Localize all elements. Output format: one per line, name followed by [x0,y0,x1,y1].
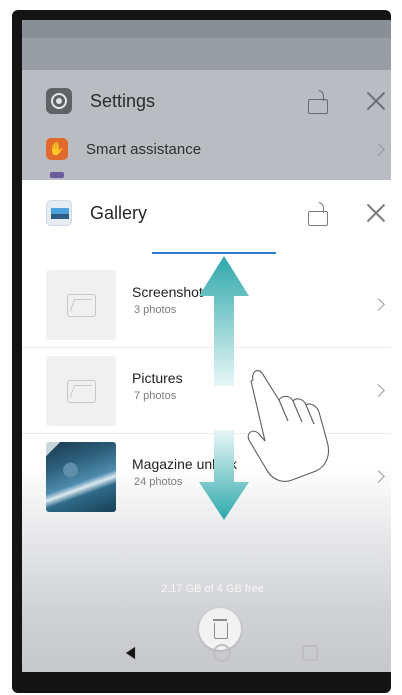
gallery-card-header: Gallery [22,180,391,246]
settings-next-row-icon [50,172,64,178]
storage-status: 2.17 GB of 4 GB free [161,583,264,595]
tab-indicator [152,252,276,254]
close-icon[interactable] [366,91,386,111]
settings-card-header: Settings [22,70,391,132]
android-navigation-bar [22,634,391,672]
album-count: 7 photos [134,390,177,402]
album-item-magazine-unlock[interactable]: Magazine unlock 24 photos [22,434,391,520]
chevron-right-icon [372,142,385,156]
settings-row-label: Smart assistance [86,140,202,158]
album-thumbnail-placeholder [46,356,116,426]
chevron-right-icon [372,298,385,311]
settings-icon [46,88,72,114]
settings-card-title: Settings [90,90,156,111]
album-thumbnail-photo [46,442,116,512]
chevron-right-icon [372,470,385,483]
album-count: 24 photos [134,476,183,488]
lock-icon[interactable] [307,202,328,226]
hand-icon: ✋ [46,138,68,160]
lock-icon[interactable] [307,90,328,114]
chevron-right-icon [372,384,385,397]
album-count: 3 photos [134,304,177,316]
album-list: Screenshot 3 photos Pictures 7 photos Ma… [22,262,391,520]
album-item-screenshot[interactable]: Screenshot 3 photos [22,262,391,348]
album-name: Screenshot [132,284,203,300]
phone-frame: Settings ✋ Smart assistance Gallery Scre… [12,10,391,693]
album-item-pictures[interactable]: Pictures 7 photos [22,348,391,434]
recent-apps-screen: Settings ✋ Smart assistance Gallery Scre… [22,20,391,672]
album-name: Pictures [132,370,183,386]
settings-row-smart-assistance[interactable]: ✋ Smart assistance [22,132,391,166]
close-icon[interactable] [366,203,386,223]
back-icon[interactable] [124,645,136,661]
album-thumbnail-placeholder [46,270,116,340]
home-icon[interactable] [213,644,231,662]
gallery-app-card[interactable]: Gallery Screenshot 3 photos Pictures 7 p… [22,180,391,672]
settings-app-card[interactable]: Settings ✋ Smart assistance [22,70,391,190]
album-name: Magazine unlock [132,456,238,472]
gallery-card-title: Gallery [90,202,148,223]
gallery-icon [46,200,72,226]
recent-apps-icon[interactable] [302,645,318,661]
